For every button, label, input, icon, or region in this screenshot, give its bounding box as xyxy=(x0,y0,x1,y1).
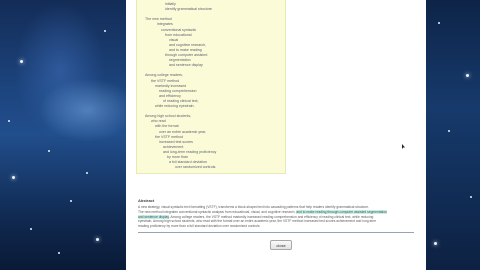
outline-line: conventional syntactic xyxy=(161,27,197,32)
document-page: initially identify grammatical structure T… xyxy=(126,0,426,270)
outline-line: Among high school students, xyxy=(145,114,192,119)
abstract-text: eyestrain. Among high school students, w… xyxy=(138,219,377,224)
star xyxy=(470,196,472,198)
close-button[interactable]: close xyxy=(270,240,292,250)
cascaded-text-panel: initially identify grammatical structure T… xyxy=(136,0,286,174)
outline-line: who read xyxy=(151,119,166,124)
abstract-line: A new strategy, visual syntactic text fo… xyxy=(138,205,422,209)
desktop-background-left xyxy=(0,0,126,270)
abstract-line: The new method integrates conventional s… xyxy=(138,209,422,214)
outline-line: and cognitive research, xyxy=(169,42,207,47)
star xyxy=(8,120,10,122)
star xyxy=(104,30,106,32)
outline-line: and efficiency xyxy=(159,93,181,98)
star xyxy=(20,60,23,63)
desktop-background-right xyxy=(426,0,480,270)
star xyxy=(12,176,15,179)
divider xyxy=(138,232,414,233)
star xyxy=(58,252,60,254)
outline-line: Among college readers, xyxy=(145,73,183,78)
outline-line: with the format xyxy=(155,124,179,129)
abstract-line: eyestrain. Among high school students, w… xyxy=(138,219,422,223)
abstract-text: reading proficiency by more than a full … xyxy=(138,224,261,229)
outline-line: through computer assisted xyxy=(165,53,208,57)
outline-line: achievement xyxy=(163,144,184,149)
outline-line: identify grammatical structure xyxy=(165,7,212,12)
star xyxy=(30,228,32,230)
outline-line: while reducing eyestrain. xyxy=(155,104,195,108)
star xyxy=(96,238,99,241)
outline-line: by more than xyxy=(167,155,188,159)
star xyxy=(466,74,469,77)
outline-line: of reading clinical text, xyxy=(163,98,199,103)
outline-line: from educational xyxy=(165,32,192,37)
outline-line: visual xyxy=(169,37,179,42)
star xyxy=(434,242,437,245)
highlighted-text: and to make reading through computer ass… xyxy=(296,209,387,214)
outline-line: the VSTF method xyxy=(151,78,180,83)
outline-line: markedly increased xyxy=(155,83,187,88)
star xyxy=(48,150,50,152)
outline-line: and sentence display xyxy=(169,63,203,68)
abstract-text: . Among college readers, the VSTF method… xyxy=(168,214,374,219)
outline-line: over randomized controls. xyxy=(175,165,217,170)
abstract-text: The new method integrates conventional s… xyxy=(138,209,297,214)
outline-line: the VSTF method xyxy=(155,134,184,139)
abstract-text: A new strategy, visual syntactic text fo… xyxy=(138,205,370,209)
outline-line: reading comprehension xyxy=(159,88,197,93)
outline-line: increased test scores xyxy=(159,139,193,144)
outline-line: segmentation xyxy=(169,58,191,63)
outline-line: integrates xyxy=(157,22,173,27)
abstract-line: and sentence display. Among college read… xyxy=(138,214,422,219)
outline-line: over an entire academic year, xyxy=(159,129,207,134)
highlighted-text: and sentence display xyxy=(138,214,169,219)
star xyxy=(86,172,88,174)
outline-line: a full standard deviation xyxy=(169,160,207,165)
outline-line: and to make reading xyxy=(169,47,202,52)
outline-line: and long-term reading proficiency xyxy=(163,149,217,154)
star xyxy=(448,130,450,132)
star xyxy=(438,22,440,24)
abstract-line: reading proficiency by more than a full … xyxy=(138,224,422,228)
abstract-heading: Abstract xyxy=(138,198,155,203)
outline-line: initially xyxy=(165,2,176,6)
outline-line: The new method xyxy=(145,17,172,22)
star xyxy=(70,200,72,202)
